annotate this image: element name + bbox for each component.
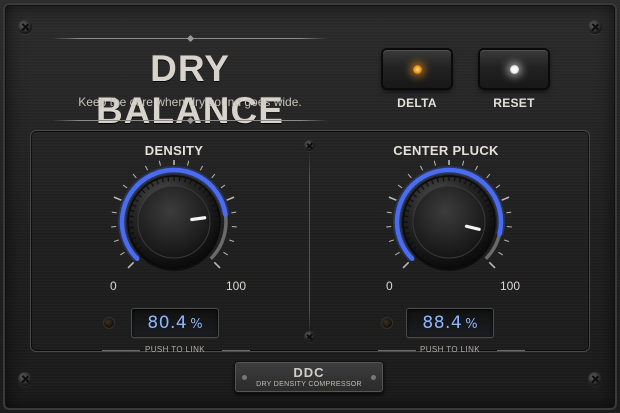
tick-mark: [122, 184, 128, 189]
knob-pointer: [190, 216, 207, 222]
knob-grip: [489, 215, 495, 218]
tick-mark: [488, 261, 496, 269]
title-rule-bottom: [52, 116, 328, 125]
title-rule-top: [52, 34, 328, 43]
delta-button[interactable]: [383, 50, 451, 88]
center-pluck-knob[interactable]: [369, 160, 529, 285]
knob-grip: [442, 262, 445, 268]
tick-mark: [504, 239, 510, 242]
knob-grip: [128, 226, 134, 229]
tick-mark: [486, 173, 491, 179]
product-badge: DDC DRY DENSITY COMPRESSOR: [234, 361, 384, 393]
center-pluck-unit: %: [465, 317, 478, 332]
screw-icon: [304, 331, 315, 342]
reset-label: RESET: [493, 96, 535, 110]
knob-grip: [489, 226, 495, 229]
plugin-subtitle: Keep the core when dry sound goes wide.: [78, 95, 302, 109]
screw-icon: [588, 20, 602, 34]
tick-mark: [495, 184, 501, 189]
screw-icon: [304, 140, 315, 151]
tick-mark: [158, 160, 161, 166]
plugin-window: DRY BALANCE Keep the core when dry sound…: [0, 0, 620, 413]
knob-grip: [128, 215, 134, 218]
tick-mark: [474, 165, 479, 171]
center-pluck-push-to-link[interactable]: PUSH TO LINK: [390, 345, 510, 354]
knob-grip: [167, 176, 170, 182]
tick-mark: [187, 160, 190, 166]
tick-mark: [113, 196, 122, 201]
tick-mark: [462, 160, 465, 166]
knob-grip: [167, 262, 170, 268]
knob-grip: [214, 215, 220, 218]
knob-grip: [178, 176, 181, 182]
tick-mark: [386, 211, 392, 214]
center-pluck-readout[interactable]: 88.4%: [406, 308, 494, 338]
tick-mark: [127, 261, 135, 269]
tick-mark: [199, 165, 204, 171]
knob-grip: [214, 226, 220, 229]
badge-subtitle: DRY DENSITY COMPRESSOR: [256, 381, 362, 388]
screw-icon: [18, 20, 32, 34]
tick-mark: [388, 239, 394, 242]
density-value: 80.4: [147, 313, 188, 333]
tick-mark: [402, 261, 410, 269]
tick-mark: [229, 239, 235, 242]
panel-divider: [309, 150, 310, 336]
tick-mark: [506, 211, 512, 214]
knob-grip: [453, 262, 456, 268]
tick-mark: [223, 251, 228, 256]
tick-mark: [144, 165, 149, 171]
tick-mark: [113, 239, 119, 242]
knob-grip: [178, 262, 181, 268]
tick-mark: [498, 251, 503, 256]
density-label: DENSITY: [144, 143, 204, 158]
tick-mark: [397, 184, 403, 189]
screw-icon: [18, 372, 32, 386]
density-knob[interactable]: [94, 160, 254, 285]
center-pluck-link-icon[interactable]: [382, 318, 392, 328]
density-min-label: 0: [110, 279, 117, 293]
badge-title: DDC: [293, 365, 325, 380]
tick-mark: [395, 251, 400, 256]
density-push-to-link[interactable]: PUSH TO LINK: [115, 345, 235, 354]
reset-led-icon: [509, 64, 519, 74]
center-pluck-min-label: 0: [386, 279, 393, 293]
delta-led-icon: [412, 64, 422, 74]
delta-label: DELTA: [397, 96, 437, 110]
density-unit: %: [190, 317, 203, 332]
screw-icon: [588, 372, 602, 386]
center-pluck-label: CENTER PLUCK: [393, 143, 499, 158]
tick-mark: [132, 173, 137, 179]
tick-mark: [501, 196, 510, 201]
density-max-label: 100: [226, 279, 247, 293]
tick-mark: [213, 261, 221, 269]
tick-mark: [231, 211, 237, 214]
knob-cap: [412, 185, 486, 259]
tick-mark: [120, 251, 125, 256]
tick-mark: [388, 196, 397, 201]
tick-mark: [226, 196, 235, 201]
tick-mark: [433, 160, 436, 166]
reset-button[interactable]: [480, 50, 548, 88]
center-pluck-value: 88.4: [422, 313, 463, 333]
knob-grip: [403, 215, 409, 218]
tick-mark: [111, 211, 117, 214]
tick-mark: [407, 173, 412, 179]
knob-grip: [442, 176, 445, 182]
density-link-icon[interactable]: [104, 318, 114, 328]
knob-grip: [403, 226, 409, 229]
density-readout[interactable]: 80.4%: [131, 308, 219, 338]
knob-grip: [453, 176, 456, 182]
tick-mark: [220, 184, 226, 189]
knob-cap: [137, 185, 211, 259]
center-pluck-max-label: 100: [500, 279, 521, 293]
tick-mark: [211, 173, 216, 179]
tick-mark: [419, 165, 424, 171]
